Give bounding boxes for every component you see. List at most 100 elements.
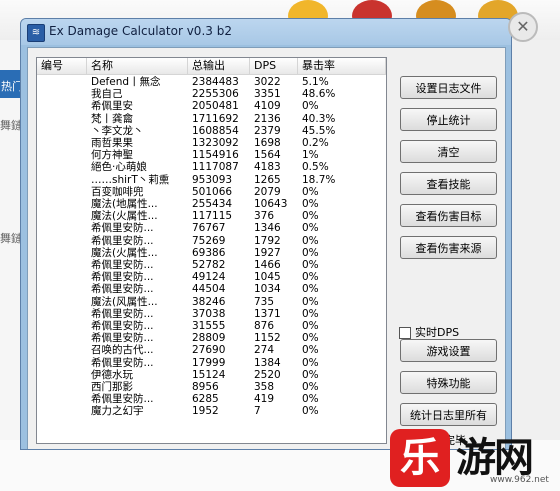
table-row[interactable]: 魔法(地属性... 255434 10643 0%	[37, 198, 386, 210]
table-row[interactable]: 希佩里安防... 44504 1034 0%	[37, 283, 386, 295]
table-row[interactable]: ……shirT丶莉熏 953093 1265 18.7%	[37, 174, 386, 186]
set-log-file-button[interactable]: 设置日志文件	[400, 76, 497, 99]
cell-crit: 48.6%	[302, 88, 336, 101]
cell-name: 希佩里安防...	[91, 320, 154, 332]
table-row[interactable]: 希佩里安防... 6285 419 0%	[37, 393, 386, 405]
checkbox-box[interactable]	[399, 327, 411, 339]
cell-total: 2050481	[192, 100, 239, 113]
cell-dps: 1371	[254, 307, 281, 320]
table-row[interactable]: 希佩里安防... 76767 1346 0%	[37, 222, 386, 234]
cell-total: 38246	[192, 295, 226, 308]
cell-name: 西门那影	[91, 381, 133, 393]
cell-total: 8956	[192, 381, 219, 393]
stop-stats-button[interactable]: 停止统计	[400, 108, 497, 131]
cell-total: 1711692	[192, 112, 239, 125]
cell-dps: 2136	[254, 112, 281, 125]
table-row[interactable]: 魔法(火属性... 117115 376 0%	[37, 210, 386, 222]
table-row[interactable]: 魔力之幻宇 1952 7 0%	[37, 405, 386, 417]
table-row[interactable]: 絕色·心萌娘 1117087 4183 0.5%	[37, 161, 386, 173]
column-header-name[interactable]: 名称	[87, 58, 188, 74]
table-row[interactable]: 梵丨龚龠 1711692 2136 40.3%	[37, 113, 386, 125]
cell-name: 魔力之幻宇	[91, 405, 144, 418]
table-row[interactable]: 希佩里安防... 52782 1466 0%	[37, 259, 386, 271]
cell-name: 召唤的古代...	[91, 344, 154, 357]
cell-total: 117115	[192, 210, 233, 223]
table-row[interactable]: Defend丨無念 2384483 3022 5.1%	[37, 76, 386, 88]
cell-crit: 0%	[302, 246, 319, 259]
table-row[interactable]: 召唤的古代... 27690 274 0%	[37, 344, 386, 356]
table-row[interactable]: 希佩里安防... 28809 1152 0%	[37, 332, 386, 344]
cell-crit: 0%	[302, 344, 319, 357]
cell-crit: 0%	[302, 210, 319, 223]
cell-crit: 0%	[302, 271, 319, 284]
clear-button[interactable]: 清空	[400, 140, 497, 163]
cell-name: 魔法(火属性...	[91, 246, 158, 259]
cell-name: 我自己	[91, 88, 123, 101]
view-skills-button[interactable]: 查看技能	[400, 172, 497, 195]
table-row[interactable]: 希佩里安防... 17999 1384 0%	[37, 357, 386, 369]
cell-dps: 876	[254, 320, 275, 332]
cell-crit: 0%	[302, 185, 319, 198]
cell-total: 1323092	[192, 137, 239, 149]
cell-total: 28809	[192, 332, 226, 345]
cell-dps: 4109	[254, 100, 281, 113]
table-row[interactable]: 何方神聖 1154916 1564 1%	[37, 149, 386, 161]
app-window: ≋ Ex Damage Calculator v0.3 b2 编号 名称 总输出…	[20, 18, 512, 450]
table-row[interactable]: 伊德水玩 15124 2520 0%	[37, 369, 386, 381]
close-icon[interactable]: ✕	[508, 12, 538, 42]
table-row[interactable]: 希佩里安防... 49124 1045 0%	[37, 271, 386, 283]
cell-crit: 0%	[302, 356, 319, 369]
cell-dps: 1346	[254, 222, 281, 235]
cell-dps: 376	[254, 210, 275, 223]
table-row[interactable]: 百变咖啡兜 501066 2079 0%	[37, 186, 386, 198]
logo-url: www.962.net	[490, 475, 549, 485]
table-row[interactable]: 魔法(风属性... 38246 735 0%	[37, 296, 386, 308]
view-damage-target-button[interactable]: 查看伤害目标	[400, 204, 497, 227]
cell-crit: 0%	[302, 405, 319, 418]
table-row[interactable]: 希佩里安 2050481 4109 0%	[37, 100, 386, 112]
view-damage-source-button[interactable]: 查看伤害来源	[400, 236, 497, 259]
realtime-dps-label: 实时DPS	[415, 326, 460, 339]
table-row[interactable]: 西门那影 8956 358 0%	[37, 381, 386, 393]
table-row[interactable]: 魔法(火属性... 69386 1927 0%	[37, 247, 386, 259]
cell-crit: 0%	[302, 368, 319, 381]
cell-dps: 1564	[254, 149, 281, 162]
cell-total: 37038	[192, 307, 226, 320]
cell-total: 15124	[192, 368, 226, 381]
cell-name: 希佩里安防...	[91, 271, 154, 284]
table-row[interactable]: 希佩里安防... 37038 1371 0%	[37, 308, 386, 320]
cell-total: 49124	[192, 271, 226, 284]
cell-total: 255434	[192, 198, 233, 210]
cell-crit: 0%	[302, 234, 319, 247]
client-area: 编号 名称 总输出 DPS 暴击率 Defend丨無念 2384483 3022 5.…	[27, 47, 506, 449]
cell-crit: 40.3%	[302, 112, 336, 125]
table-row[interactable]: 我自己 2255306 3351 48.6%	[37, 88, 386, 100]
cell-dps: 1034	[254, 283, 281, 296]
column-header-total[interactable]: 总输出	[188, 58, 250, 74]
cell-crit: 0%	[302, 393, 319, 406]
table-row[interactable]: 希佩里安防... 75269 1792 0%	[37, 235, 386, 247]
cell-dps: 274	[254, 344, 275, 357]
cell-crit: 0%	[302, 259, 319, 271]
cell-crit: 0%	[302, 307, 319, 320]
game-settings-button[interactable]: 游戏设置	[400, 339, 497, 362]
cell-total: 1608854	[192, 124, 239, 137]
column-header-id[interactable]: 编号	[37, 58, 87, 74]
column-header-dps[interactable]: DPS	[250, 58, 298, 74]
table-row[interactable]: 希佩里安防... 31555 876 0%	[37, 320, 386, 332]
title-bar[interactable]: ≋ Ex Damage Calculator v0.3 b2	[21, 19, 511, 45]
realtime-dps-checkbox[interactable]: 实时DPS	[399, 324, 459, 340]
cell-name: 梵丨龚龠	[91, 112, 133, 125]
column-header-crit[interactable]: 暴击率	[298, 58, 386, 74]
cell-dps: 2520	[254, 368, 281, 381]
damage-list[interactable]: 编号 名称 总输出 DPS 暴击率 Defend丨無念 2384483 3022 5.…	[36, 57, 387, 444]
cell-name: 希佩里安防...	[91, 259, 154, 271]
cell-dps: 1384	[254, 356, 281, 369]
site-logo: 乐 游网 www.962.net	[370, 421, 560, 491]
table-row[interactable]: 丶李文龙丶 1608854 2379 45.5%	[37, 125, 386, 137]
cell-dps: 1792	[254, 234, 281, 247]
cell-name: 伊德水玩	[91, 368, 133, 381]
special-features-button[interactable]: 特殊功能	[400, 371, 497, 394]
window-title: Ex Damage Calculator v0.3 b2	[49, 24, 232, 38]
table-row[interactable]: 雨哲果果 1323092 1698 0.2%	[37, 137, 386, 149]
